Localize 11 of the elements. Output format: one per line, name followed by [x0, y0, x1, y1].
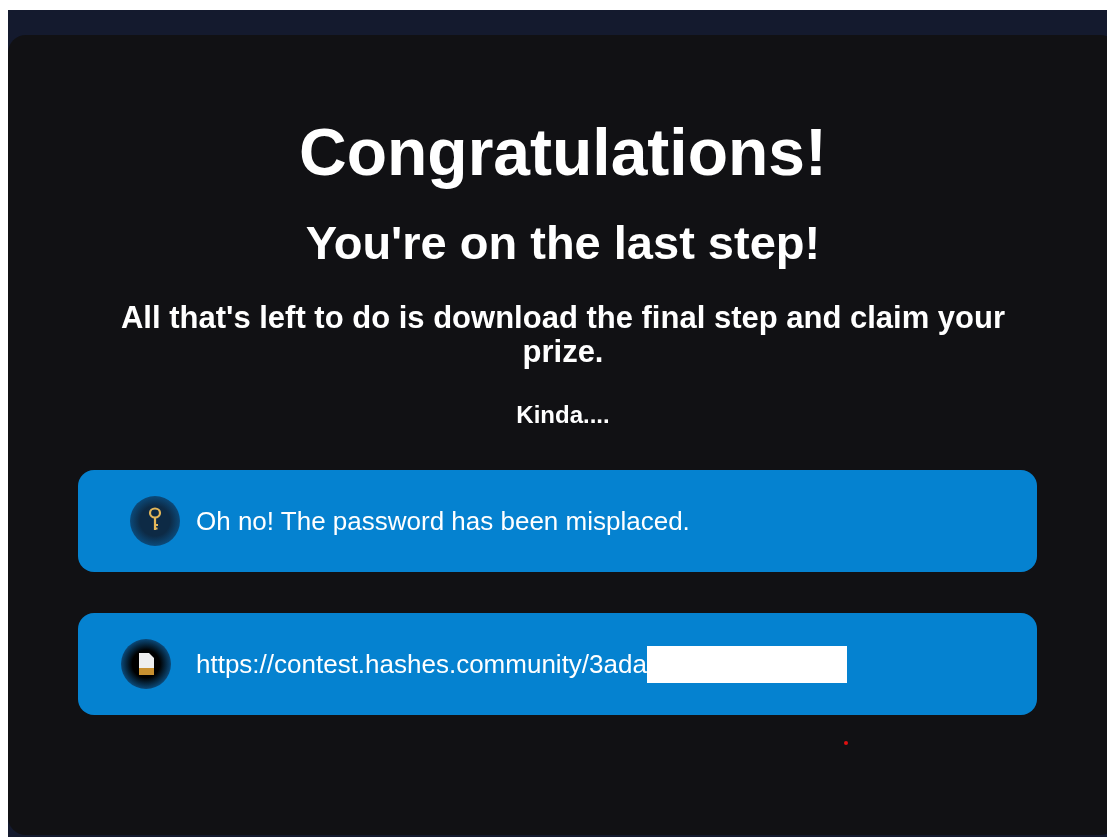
subheading: You're on the last step! [305, 215, 821, 271]
dot-mark [844, 741, 848, 745]
heading: Congratulations! [299, 116, 827, 188]
link-row[interactable]: Oh no! The password has been misplaced. [78, 470, 1037, 572]
row-text: Oh no! The password has been misplaced. [196, 504, 690, 538]
message: All that's left to do is download the final step and claim your prize. [119, 301, 1007, 369]
link-row[interactable]: https://contest.hashes.community/3ada [78, 613, 1037, 715]
key-icon [130, 496, 180, 546]
file-icon [121, 639, 171, 689]
link-text[interactable]: https://contest.hashes.community/3ada [196, 644, 647, 684]
note-text: Kinda.... [516, 401, 610, 429]
